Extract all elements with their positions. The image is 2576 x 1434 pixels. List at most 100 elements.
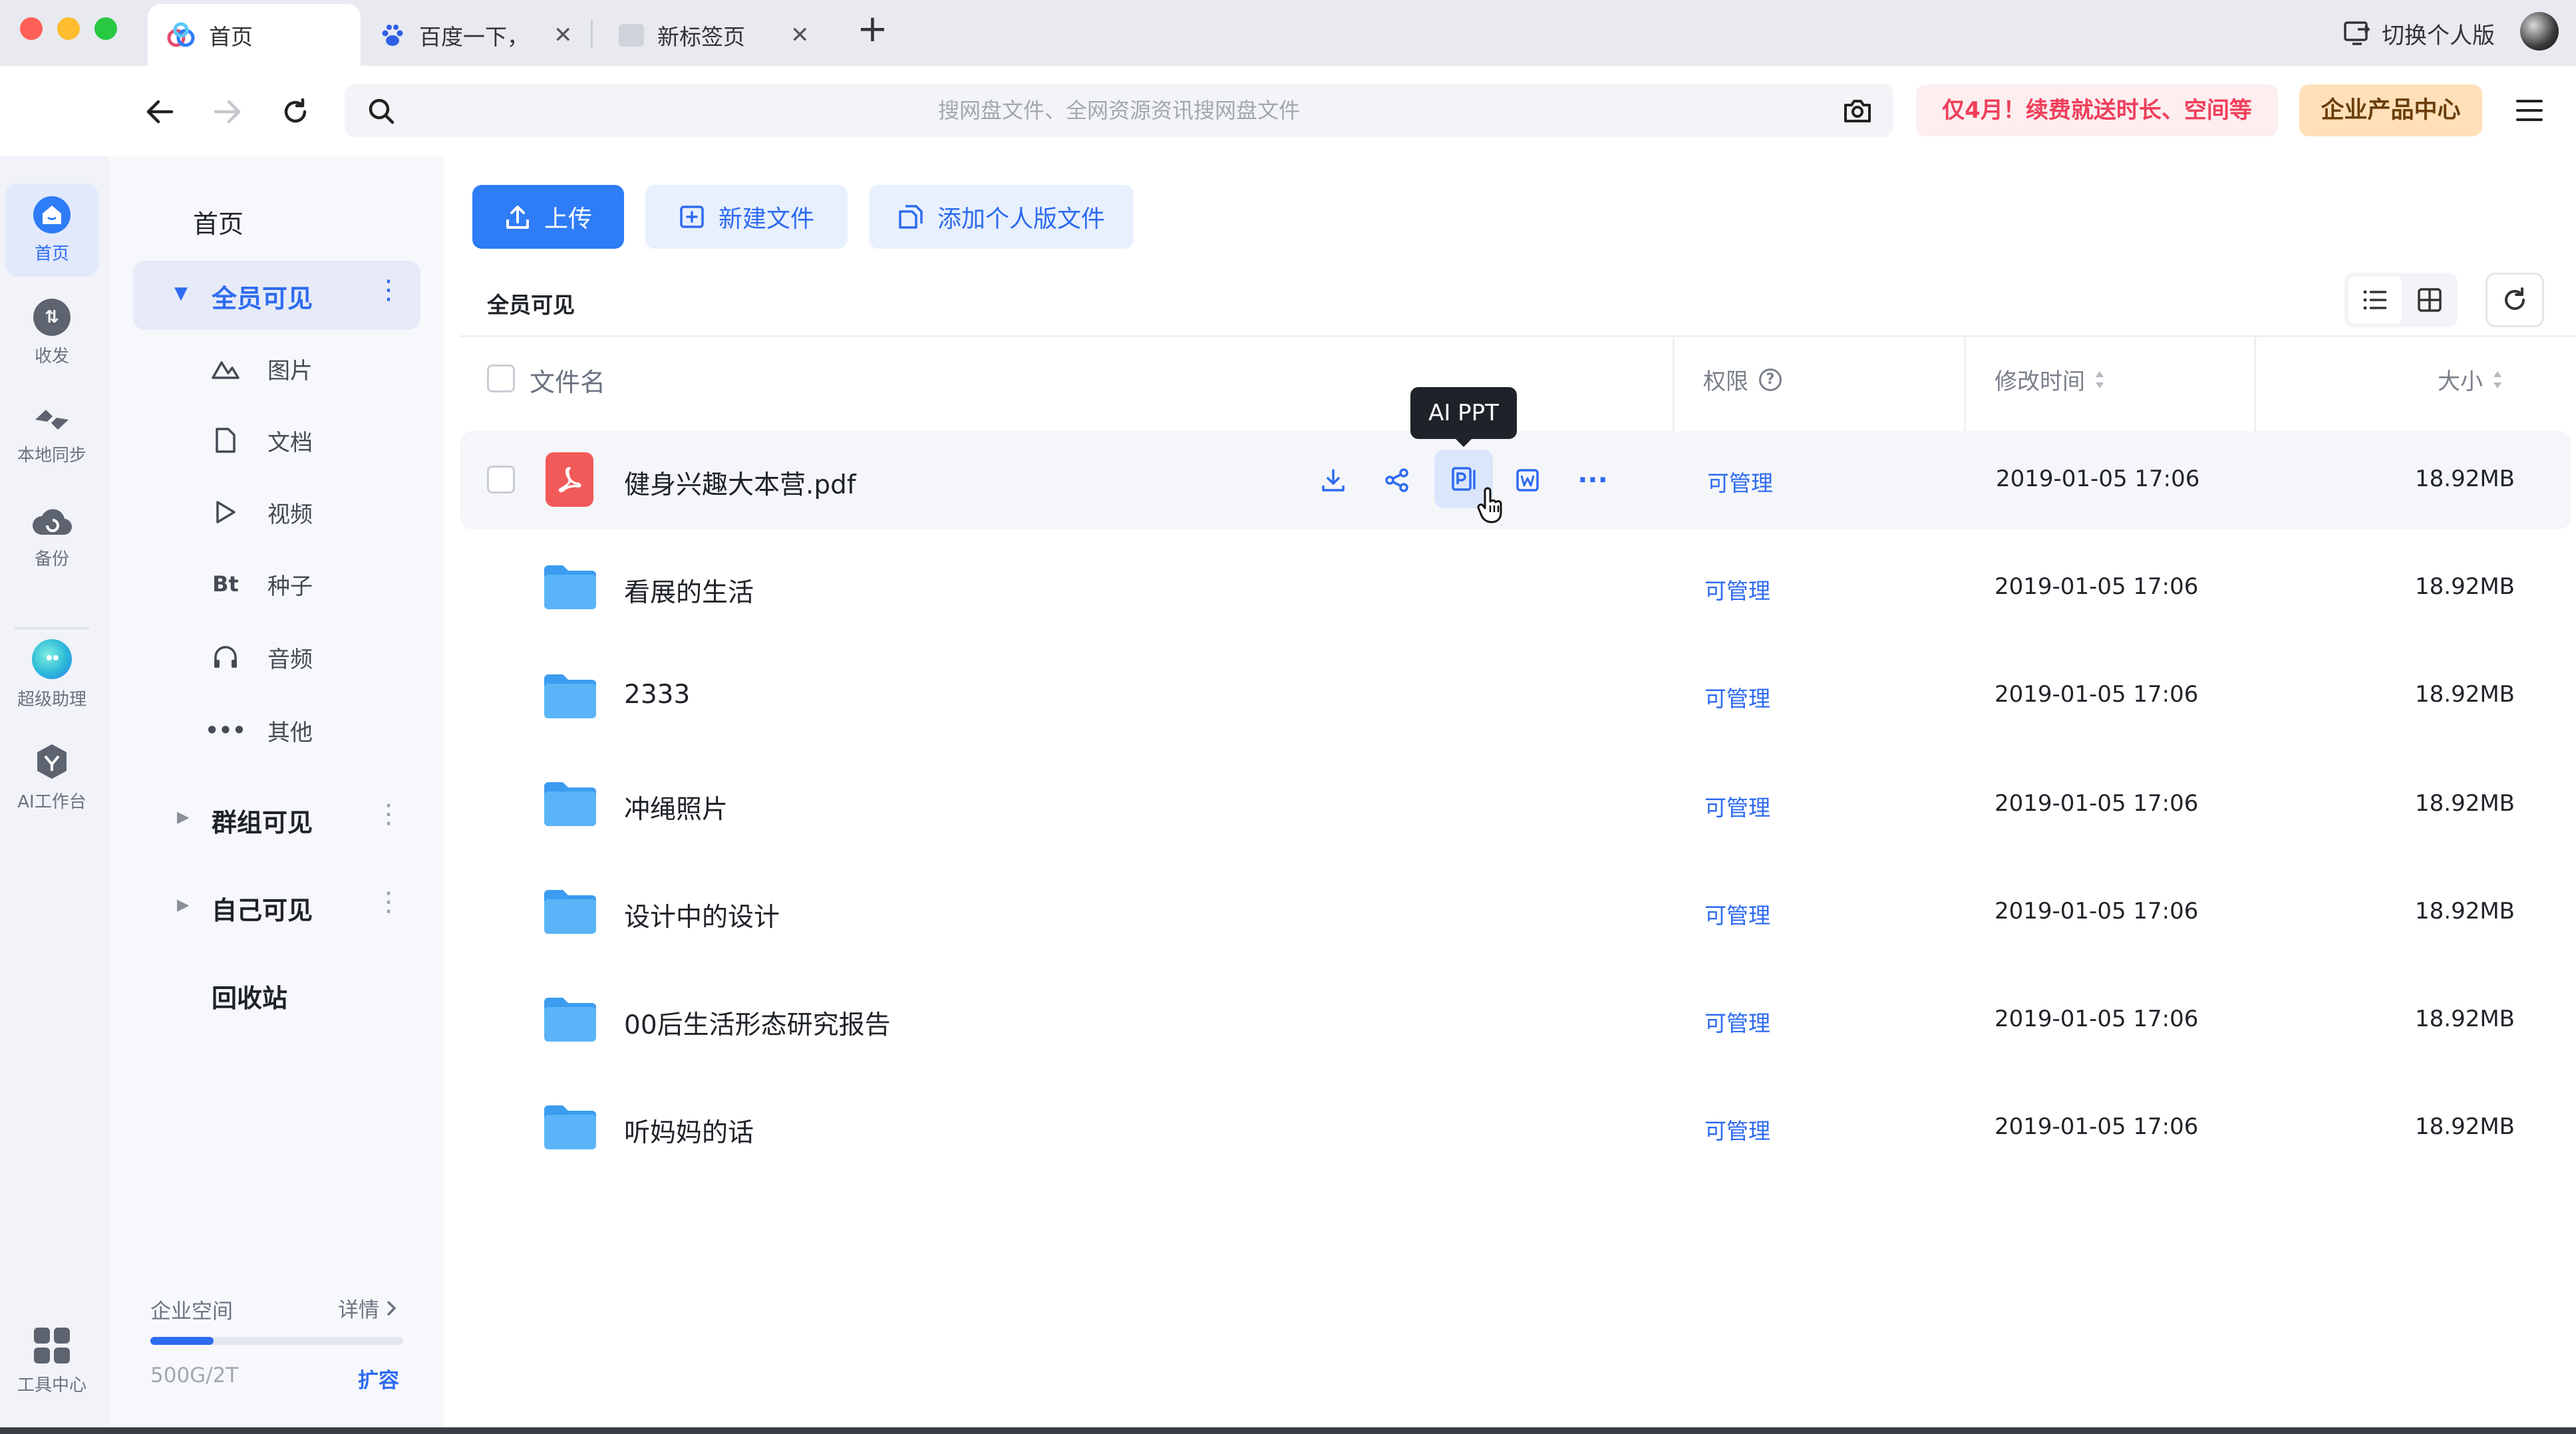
file-size: 18.92MB (2415, 790, 2515, 817)
add-personal-file-button[interactable]: 添加个人版文件 (869, 185, 1134, 249)
permission-link[interactable]: 可管理 (1704, 681, 1770, 713)
search-box[interactable]: 搜网盘文件、全网资源资讯搜网盘文件 (345, 84, 1893, 137)
table-row[interactable] (460, 758, 2571, 851)
nav-section-all-visible[interactable]: ▼ 全员可见 ⋮ (133, 261, 420, 330)
refresh-button[interactable] (2486, 273, 2544, 327)
table-row[interactable] (460, 650, 2571, 744)
file-name[interactable]: 00后生活形态研究报告 (624, 1004, 891, 1042)
file-name[interactable]: 健身兴趣大本营.pdf (624, 464, 856, 502)
netdisk-logo-icon (166, 21, 196, 50)
breadcrumb[interactable]: 全员可见 (487, 287, 575, 319)
close-tab-icon[interactable]: ✕ (790, 22, 810, 49)
nav-item-label: 视频 (267, 501, 313, 528)
permission-link[interactable]: 可管理 (1707, 466, 1773, 498)
rail-item-assistant[interactable]: 超级助理 (5, 628, 98, 721)
select-all-checkbox[interactable] (487, 364, 515, 392)
rail-item-transfer[interactable]: ⇅ 收发 (5, 286, 98, 379)
grid-view-button[interactable] (2404, 277, 2455, 323)
permission-link[interactable]: 可管理 (1704, 1113, 1770, 1145)
enterprise-center-button[interactable]: 企业产品中心 (2299, 84, 2482, 136)
arrow-left-icon (146, 100, 174, 124)
avatar[interactable] (2520, 12, 2559, 51)
word-convert-icon[interactable] (1506, 459, 1549, 502)
list-view-button[interactable] (2348, 277, 2402, 323)
promo-banner[interactable]: 仅4月！续费就送时长、空间等 (1916, 84, 2278, 136)
back-button[interactable] (141, 93, 178, 130)
rail-item-tools[interactable]: 工具中心 (5, 1314, 98, 1407)
nav-section-self-visible[interactable]: ▶ 自己可见 ⋮ (133, 873, 420, 942)
permission-link[interactable]: 可管理 (1704, 790, 1770, 822)
column-header-permission[interactable]: 权限 ? (1703, 363, 1782, 396)
view-switcher (2344, 273, 2458, 327)
tab-baidu[interactable]: 百度一下， ✕ (379, 4, 585, 66)
maximize-window-button[interactable] (94, 17, 117, 40)
storage-details-link[interactable]: 详情 (338, 1293, 397, 1323)
nav-home-title[interactable]: 首页 (193, 204, 243, 240)
permission-link[interactable]: 可管理 (1704, 1006, 1770, 1038)
nav-item-videos[interactable]: 视频 (210, 486, 313, 539)
permission-link[interactable]: 可管理 (1704, 898, 1770, 930)
close-window-button[interactable] (20, 17, 43, 40)
rail-item-ai-workbench[interactable]: AI工作台 (5, 730, 98, 823)
nav-item-audio[interactable]: 音频 (210, 631, 313, 684)
table-row[interactable] (460, 541, 2571, 635)
file-size: 18.92MB (2415, 1113, 2515, 1140)
camera-icon[interactable] (1843, 97, 1872, 124)
download-icon[interactable] (1312, 459, 1355, 502)
more-vertical-icon[interactable]: ⋮ (375, 801, 402, 827)
column-header-label: 修改时间 (1995, 368, 2085, 395)
row-checkbox[interactable] (487, 466, 515, 494)
file-name[interactable]: 冲绳照片 (624, 789, 728, 826)
window-bottom-edge (0, 1427, 2576, 1434)
nav-section-label: 群组可见 (212, 808, 313, 837)
file-name[interactable]: 听妈妈的话 (624, 1112, 754, 1149)
nav-item-documents[interactable]: 文档 (210, 414, 313, 467)
rail-item-sync[interactable]: 本地同步 (5, 388, 98, 482)
search-input[interactable]: 搜网盘文件、全网资源资讯搜网盘文件 (345, 84, 1893, 137)
permission-link[interactable]: 可管理 (1704, 573, 1770, 605)
help-icon[interactable]: ? (1759, 368, 1782, 391)
hand-cursor-icon (1476, 486, 1508, 525)
nav-recycle-bin[interactable]: 回收站 (212, 978, 287, 1014)
new-file-button[interactable]: 新建文件 (645, 185, 848, 249)
file-size: 18.92MB (2415, 898, 2515, 925)
reload-button[interactable] (277, 93, 314, 130)
storage-details-label: 详情 (338, 1298, 379, 1322)
column-header-name[interactable]: 文件名 (530, 362, 605, 398)
modified-time: 2019-01-05 17:06 (1995, 681, 2199, 708)
menu-icon[interactable] (2515, 97, 2544, 124)
nav-item-images[interactable]: 图片 (210, 342, 313, 395)
tab-new-tab[interactable]: 新标签页 ✕ (619, 4, 818, 66)
assistant-icon (32, 639, 72, 679)
folder-icon (542, 1104, 599, 1151)
upload-button[interactable]: 上传 (472, 185, 624, 249)
storage-expand-link[interactable]: 扩容 (358, 1363, 399, 1393)
column-header-label: 大小 (2438, 368, 2483, 395)
file-name[interactable]: 看展的生活 (624, 572, 754, 609)
file-name[interactable]: 2333 (624, 680, 690, 710)
caret-down-icon: ▼ (174, 283, 188, 303)
column-header-modified[interactable]: 修改时间 (1995, 363, 2105, 396)
rail-item-backup[interactable]: 备份 (5, 491, 98, 584)
file-name[interactable]: 设计中的设计 (624, 897, 780, 934)
minimize-window-button[interactable] (57, 17, 80, 40)
more-vertical-icon[interactable]: ⋮ (375, 889, 402, 915)
document-icon (210, 425, 241, 456)
nav-item-torrents[interactable]: Bt 种子 (210, 557, 313, 611)
nav-section-group-visible[interactable]: ▶ 群组可见 ⋮ (133, 785, 420, 854)
tab-label: 新标签页 (657, 23, 745, 50)
switch-personal-button[interactable]: 切换个人版 (2343, 15, 2495, 52)
nav-item-others[interactable]: ••• 其他 (205, 704, 313, 757)
more-vertical-icon[interactable]: ⋮ (375, 277, 402, 303)
forward-button[interactable] (209, 93, 246, 130)
column-header-size[interactable]: 大小 (2438, 363, 2503, 396)
tools-grid-icon (33, 1326, 71, 1365)
folder-icon (542, 781, 599, 827)
tab-home[interactable]: 首页 (148, 4, 361, 66)
share-icon[interactable] (1376, 459, 1418, 502)
new-tab-button[interactable]: + (857, 9, 888, 49)
close-tab-icon[interactable]: ✕ (554, 22, 573, 49)
rail-item-home[interactable]: 首页 (5, 184, 98, 277)
table-row[interactable] (460, 1081, 2571, 1175)
more-actions-icon[interactable]: ··· (1571, 459, 1614, 502)
